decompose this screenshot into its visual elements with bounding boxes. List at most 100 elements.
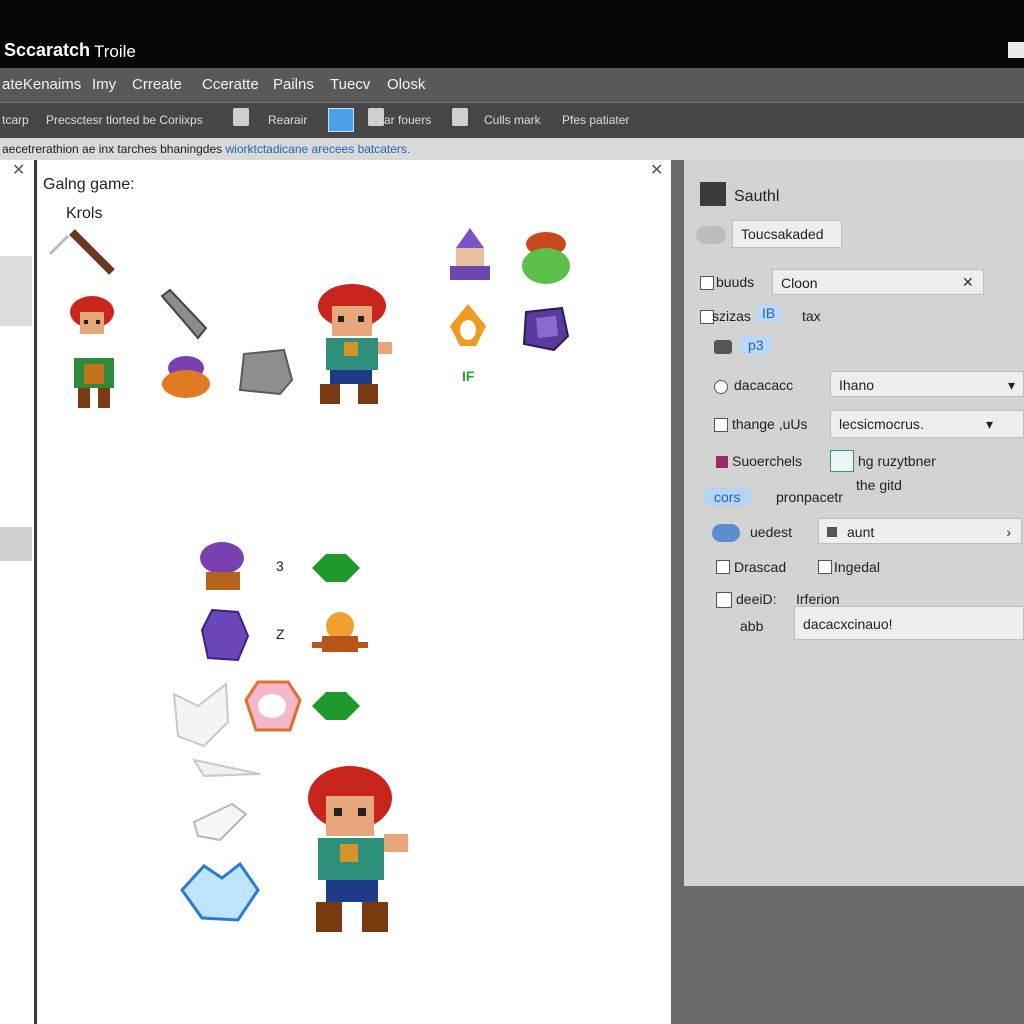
dropdown1-toggle[interactable]	[714, 380, 728, 394]
blade-sprite[interactable]	[158, 288, 208, 344]
sizes-value[interactable]: IB	[756, 304, 782, 322]
dropdown1-select[interactable]: Ihano ▾	[830, 371, 1024, 397]
buttons-field[interactable]: Cloon	[772, 269, 984, 295]
app-name: Sccaratch	[4, 40, 91, 60]
window-title: Troile	[94, 42, 136, 61]
status-message: aecetrerathion ae inx tarches bhaningdes	[2, 142, 223, 156]
purple-stone-sprite[interactable]	[198, 606, 252, 664]
image-icon[interactable]	[328, 108, 354, 132]
check2-label: Ingedal	[834, 559, 880, 575]
menu-item-6[interactable]: Tuecv	[330, 76, 370, 93]
dropdown1-value: Ihano	[839, 377, 875, 393]
cloud-icon	[696, 226, 726, 244]
menu-item-4[interactable]: Cceratte	[202, 76, 259, 93]
green-gem-sprite[interactable]	[308, 546, 364, 590]
stick-sprite[interactable]	[46, 226, 122, 282]
orange-creature-sprite[interactable]	[308, 608, 372, 662]
toolbar: tcarp Precsctesr tlorted be Coriixps Rea…	[0, 102, 1024, 139]
cors-value: pronpacetr	[776, 489, 843, 505]
check1-label: Drascad	[734, 559, 787, 575]
flame-sprite[interactable]	[446, 302, 490, 350]
hat-sprite[interactable]	[160, 350, 214, 406]
green-gem-sprite-2[interactable]	[308, 684, 364, 728]
status-link[interactable]: wiorktctadicane arecees batcaters.	[226, 142, 411, 156]
palette-icon[interactable]	[830, 450, 854, 472]
hero-sprite[interactable]	[312, 282, 398, 408]
ice-crystal-sprite[interactable]	[178, 860, 262, 924]
marker-if: IF	[462, 368, 475, 384]
camera-icon	[714, 340, 732, 354]
buttons-checkbox[interactable]	[700, 276, 714, 290]
dropdown2-label: thange ,uUs	[732, 416, 808, 432]
uedest-field[interactable]: aunt ›	[818, 518, 1022, 544]
menu-item-3[interactable]: Crreate	[132, 76, 182, 93]
deeid-value: Irferion	[796, 591, 840, 607]
chevron-down-icon: ▾	[1007, 377, 1015, 393]
supercheis-value-2: the gitd	[856, 477, 902, 493]
uedest-value: aunt	[847, 524, 875, 540]
pink-gem-sprite[interactable]	[244, 678, 302, 736]
menu-bar: ateKenaims Imy Crreate Cceratte Pailns T…	[0, 68, 1024, 102]
tunic-sprite[interactable]	[66, 354, 122, 412]
status-text: aecetrerathion ae inx tarches bhaningdes…	[2, 142, 410, 156]
abb-label: abb	[740, 618, 764, 634]
check1-box[interactable]	[716, 560, 730, 574]
menu-item-2[interactable]: Imy	[92, 76, 116, 93]
cors-tag[interactable]: cors	[702, 488, 753, 506]
clear-icon[interactable]: ✕	[962, 274, 974, 291]
purple-hat-sprite[interactable]	[196, 538, 250, 596]
title-bar	[0, 0, 1024, 68]
abb-input[interactable]: dacacxcinauo!	[794, 606, 1024, 640]
assets-label: Krols	[66, 205, 103, 222]
stage-title: Galng game:	[43, 176, 135, 193]
close-stage-icon[interactable]: ✕	[650, 160, 663, 180]
menu-item-1[interactable]: ateKenaims	[2, 76, 81, 93]
deeid-label: deeiD:	[736, 591, 777, 607]
deeid-checkbox[interactable]	[716, 592, 732, 608]
left-tab-1[interactable]	[0, 256, 32, 326]
position-value[interactable]: p3	[740, 336, 772, 354]
supercheis-value-1: hg ruzytbner	[858, 453, 936, 469]
globe-icon	[712, 524, 740, 542]
sizes-label: szizas	[712, 308, 751, 324]
hero-sprite-large[interactable]	[306, 764, 414, 936]
person-icon[interactable]	[368, 108, 384, 126]
uedest-icon	[827, 527, 837, 537]
dropdown2-value: lecsicmocrus.	[839, 416, 924, 432]
marker-3: 3	[276, 558, 284, 574]
buttons-label: buuds	[716, 274, 755, 290]
menu-item-7[interactable]: Olosk	[387, 76, 425, 93]
marker-z: Z	[276, 626, 285, 642]
supercheis-swatch	[716, 456, 728, 468]
wizard-sprite[interactable]	[444, 226, 496, 284]
sizes-suffix: tax	[802, 308, 821, 324]
dropdown1-label: dacacacc	[734, 377, 794, 393]
crystal-sprite[interactable]	[520, 306, 570, 352]
toolbar-item-3[interactable]: Rearair	[268, 113, 307, 127]
toolbar-item-4[interactable]: ar fouers	[384, 113, 431, 127]
dropdown2-select[interactable]: lecsicmocrus. ▾	[830, 410, 1024, 438]
toolbar-item-5[interactable]: Culls mark	[484, 113, 541, 127]
close-left-icon[interactable]: ✕	[12, 160, 25, 180]
goblin-sprite[interactable]	[518, 230, 574, 290]
page-icon[interactable]	[452, 108, 468, 126]
props-title: Sauthl	[734, 188, 780, 205]
left-tab-2[interactable]	[0, 527, 32, 561]
silver-shard-sprite[interactable]	[190, 800, 250, 846]
toolbar-item-6[interactable]: Pfes patiater	[562, 113, 629, 127]
dropdown2-checkbox[interactable]	[714, 418, 728, 432]
toolbar-item-2[interactable]: Precsctesr tlorted be Coriixps	[46, 113, 203, 127]
rock-sprite[interactable]	[236, 346, 294, 398]
edit-icon[interactable]	[700, 182, 726, 206]
hero-head-sprite[interactable]	[66, 294, 118, 340]
chevron-down-icon-2: ▾	[985, 416, 993, 432]
window-button[interactable]	[1008, 42, 1024, 58]
menu-item-5[interactable]: Pailns	[273, 76, 314, 93]
chevron-right-icon: ›	[1006, 524, 1011, 540]
loaded-button[interactable]: Toucsakaded	[732, 220, 842, 248]
supercheis-label: Suoerchels	[732, 453, 803, 469]
check2-box[interactable]	[818, 560, 832, 574]
toolbar-item-1[interactable]: tcarp	[2, 113, 29, 127]
uedest-label: uedest	[750, 524, 793, 540]
layers-icon[interactable]	[233, 108, 249, 126]
